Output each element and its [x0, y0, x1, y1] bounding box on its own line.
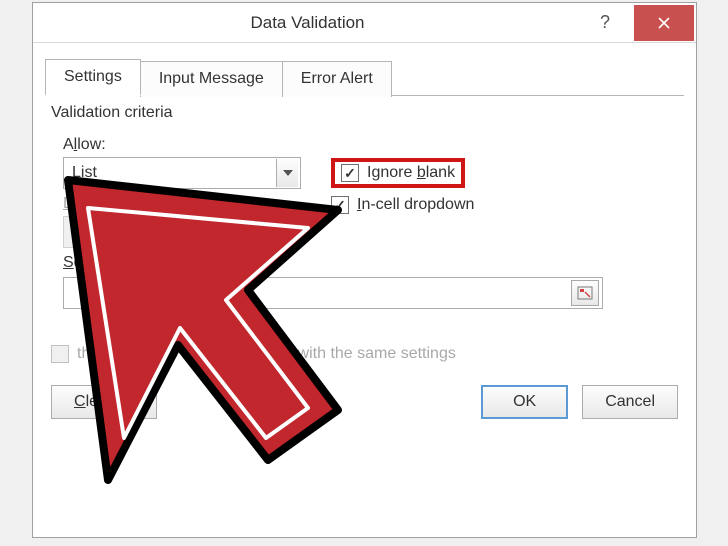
- allow-label: Allow:: [63, 136, 313, 154]
- titlebar: Data Validation ?: [33, 3, 696, 43]
- ignore-blank-highlight: ✓ Ignore blank: [331, 158, 465, 188]
- data-label: Data:: [63, 195, 313, 213]
- tab-error-alert[interactable]: Error Alert: [282, 61, 392, 97]
- allow-value: List: [72, 164, 276, 182]
- chevron-down-icon: [276, 218, 298, 246]
- apply-changes-checkbox: [51, 345, 69, 363]
- clear-all-button[interactable]: Clear All: [51, 385, 157, 419]
- source-input[interactable]: [63, 277, 603, 309]
- dialog-title: Data Validation: [33, 13, 582, 33]
- apply-changes-row: these ges to all other cells with the sa…: [51, 345, 684, 363]
- range-selector-button[interactable]: [571, 280, 599, 306]
- allow-dropdown[interactable]: List: [63, 157, 301, 189]
- close-button[interactable]: [634, 5, 694, 41]
- tab-settings[interactable]: Settings: [45, 59, 141, 96]
- tab-bar: Settings Input Message Error Alert: [45, 59, 684, 96]
- form-area: Allow: List Data: between So: [45, 126, 684, 313]
- chevron-down-icon: [276, 159, 298, 187]
- cancel-button[interactable]: Cancel: [582, 385, 678, 419]
- data-validation-dialog: Data Validation ? Settings Input Message…: [32, 2, 697, 538]
- data-dropdown: between: [63, 216, 301, 248]
- tab-input-message[interactable]: Input Message: [140, 61, 283, 97]
- dialog-content: Settings Input Message Error Alert Valid…: [33, 43, 696, 429]
- data-value: between: [72, 223, 276, 241]
- ignore-blank-label: Ignore blank: [367, 164, 455, 182]
- source-label: Source:: [63, 254, 313, 272]
- validation-criteria-label: Validation criteria: [51, 104, 684, 122]
- incell-dropdown-label: In-cell dropdown: [357, 196, 474, 214]
- incell-dropdown-checkbox[interactable]: ✓: [331, 196, 349, 214]
- apply-changes-label: these ges to all other cells with the sa…: [77, 345, 456, 363]
- range-selector-icon: [577, 286, 593, 300]
- ok-button[interactable]: OK: [481, 385, 568, 419]
- close-icon: [657, 16, 671, 30]
- ignore-blank-checkbox[interactable]: ✓: [341, 164, 359, 182]
- help-button[interactable]: ?: [582, 9, 628, 37]
- button-row: Clear All OK Cancel: [45, 385, 684, 419]
